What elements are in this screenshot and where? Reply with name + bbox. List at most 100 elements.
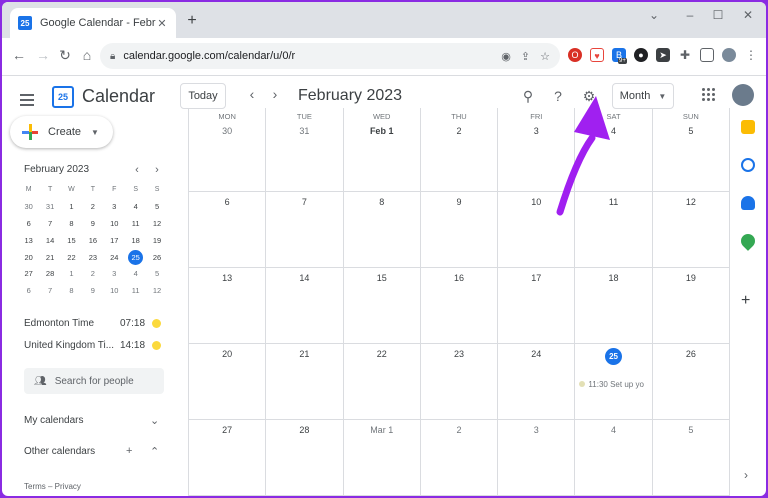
puzzle-extensions-icon[interactable]: ✚	[678, 48, 692, 62]
day-number[interactable]: 27	[222, 425, 232, 435]
day-number[interactable]: 15	[377, 273, 387, 283]
day-cell[interactable]: 11	[574, 192, 652, 268]
share-icon[interactable]: ⇪	[521, 50, 530, 63]
day-number[interactable]: Feb 1	[370, 126, 394, 136]
reload-icon[interactable]: ↻	[56, 46, 74, 64]
day-cell[interactable]: 19	[651, 268, 729, 344]
forward-icon[interactable]: →	[34, 46, 52, 64]
day-cell[interactable]: 5	[651, 420, 729, 496]
close-window-icon[interactable]: ✕	[740, 8, 756, 22]
day-cell[interactable]: 9	[419, 192, 498, 268]
mini-day[interactable]: 1	[61, 266, 82, 283]
mini-day[interactable]: 9	[82, 283, 103, 300]
day-cell[interactable]: THU 2	[419, 108, 498, 192]
opera-extension-icon[interactable]: O	[568, 48, 582, 62]
mini-day[interactable]: 13	[18, 233, 39, 250]
mini-day[interactable]: 19	[146, 233, 167, 250]
mini-day[interactable]: 11	[125, 283, 146, 300]
maps-icon[interactable]	[738, 231, 758, 251]
bookmark-star-icon[interactable]: ☆	[540, 50, 550, 63]
create-button[interactable]: Create ▼	[10, 116, 113, 148]
day-cell[interactable]: 16	[419, 268, 498, 344]
mini-day[interactable]: 11	[125, 216, 146, 233]
day-number[interactable]: 22	[377, 349, 387, 359]
day-cell[interactable]: 24	[497, 344, 575, 420]
eye-icon[interactable]: ◉	[501, 50, 511, 63]
new-tab-icon[interactable]: +	[184, 12, 200, 30]
day-cell[interactable]: 27	[188, 420, 266, 496]
mini-day[interactable]: 20	[18, 250, 39, 267]
day-number[interactable]: 14	[299, 273, 309, 283]
settings-gear-icon[interactable]: ⚙	[579, 86, 599, 106]
mini-day[interactable]: 24	[104, 250, 125, 267]
day-number[interactable]: 17	[531, 273, 541, 283]
previous-month-icon[interactable]: ‹	[245, 86, 259, 102]
day-number[interactable]: 12	[686, 197, 696, 207]
day-number[interactable]: 28	[299, 425, 309, 435]
mini-day[interactable]: 2	[82, 266, 103, 283]
day-cell[interactable]: SAT 4	[574, 108, 652, 192]
day-cell[interactable]: 17	[497, 268, 575, 344]
day-number[interactable]: 20	[222, 349, 232, 359]
mini-day[interactable]: 3	[104, 199, 125, 216]
day-cell[interactable]: 15	[342, 268, 420, 344]
my-calendars-section[interactable]: My calendars ⌄	[24, 415, 164, 427]
view-selector[interactable]: Month ▼	[612, 83, 674, 109]
chevron-up-icon[interactable]: ⌃	[150, 445, 159, 458]
day-number[interactable]: Mar 1	[370, 425, 393, 435]
day-cell[interactable]: 20	[188, 344, 266, 420]
day-number[interactable]: 18	[609, 273, 619, 283]
day-cell[interactable]: SUN 5	[651, 108, 729, 192]
day-number[interactable]: 6	[225, 197, 230, 207]
pocket-extension-icon[interactable]: ♥	[590, 48, 604, 62]
day-number[interactable]: 3	[534, 126, 539, 136]
maximize-icon[interactable]: ☐	[710, 8, 726, 22]
day-number[interactable]: 5	[688, 425, 693, 435]
day-number[interactable]: 7	[302, 197, 307, 207]
mini-next-icon[interactable]: ›	[152, 164, 162, 176]
mini-day[interactable]: 12	[146, 216, 167, 233]
day-number[interactable]: 2	[456, 126, 461, 136]
day-cell[interactable]: 10	[497, 192, 575, 268]
minimize-icon[interactable]: –	[682, 8, 698, 22]
day-cell[interactable]: 25 11:30 Set up yo	[574, 344, 652, 420]
mini-day[interactable]: 1	[61, 199, 82, 216]
today-button[interactable]: Today	[180, 83, 226, 109]
day-number[interactable]: 25	[605, 348, 623, 365]
day-cell[interactable]: 21	[265, 344, 343, 420]
mini-day[interactable]: 26	[146, 250, 167, 267]
day-cell[interactable]: WED Feb 1	[342, 108, 420, 192]
tasks-icon[interactable]	[741, 158, 755, 172]
get-addons-icon[interactable]: +	[741, 292, 750, 310]
mini-day[interactable]: 5	[146, 266, 167, 283]
day-number[interactable]: 31	[299, 126, 309, 136]
calendar-event[interactable]: 11:30 Set up yo	[579, 380, 647, 389]
mini-day[interactable]: 6	[18, 283, 39, 300]
next-month-icon[interactable]: ›	[268, 86, 282, 102]
day-cell[interactable]: 8	[342, 192, 420, 268]
day-number[interactable]: 30	[222, 126, 232, 136]
other-calendars-section[interactable]: Other calendars + ⌃	[24, 445, 164, 458]
mini-day[interactable]: 25	[125, 249, 146, 267]
day-cell[interactable]: 22	[342, 344, 420, 420]
day-number[interactable]: 26	[686, 349, 696, 359]
add-calendar-icon[interactable]: +	[126, 445, 132, 457]
side-panel-icon[interactable]	[700, 48, 714, 62]
mini-day[interactable]: 10	[104, 216, 125, 233]
browser-tab[interactable]: 25 Google Calendar - February 2023 ✕	[10, 8, 176, 38]
mini-day[interactable]: 4	[125, 266, 146, 283]
day-cell[interactable]: 6	[188, 192, 266, 268]
day-cell[interactable]: Mar 1	[342, 420, 420, 496]
mini-day[interactable]: 23	[82, 250, 103, 267]
mini-day[interactable]: 6	[18, 216, 39, 233]
mini-previous-icon[interactable]: ‹	[132, 164, 142, 176]
mini-day[interactable]: 8	[61, 216, 82, 233]
back-icon[interactable]: ←	[10, 46, 28, 64]
day-cell[interactable]: 13	[188, 268, 266, 344]
terms-privacy-links[interactable]: Terms – Privacy	[24, 482, 81, 491]
day-cell[interactable]: 18	[574, 268, 652, 344]
mini-day[interactable]: 14	[39, 233, 60, 250]
contacts-icon[interactable]	[741, 196, 755, 210]
day-number[interactable]: 5	[688, 126, 693, 136]
help-icon[interactable]: ?	[548, 86, 568, 106]
